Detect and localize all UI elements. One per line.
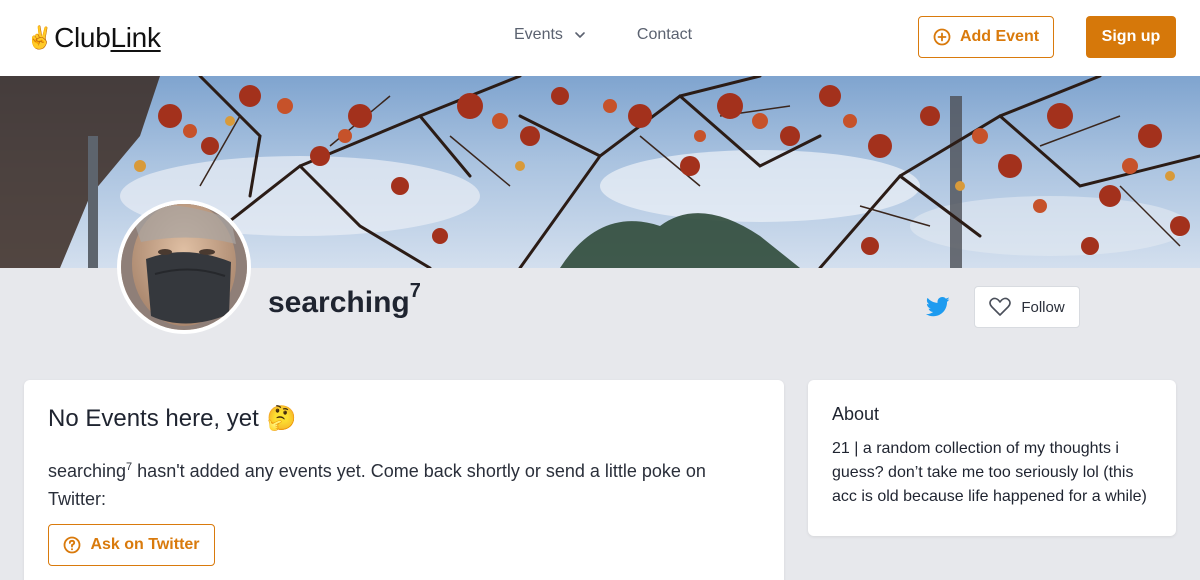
top-navbar: ✌️ Club Link Events Contact Add Event Si… <box>0 0 1200 76</box>
nav-events-dropdown[interactable]: Events <box>514 26 587 44</box>
add-event-label: Add Event <box>959 28 1040 45</box>
profile-name: searching7 <box>268 280 421 320</box>
profile-name-text: searching <box>268 286 410 319</box>
events-title-text: No Events here, yet <box>48 404 259 432</box>
nav-contact-label: Contact <box>636 26 693 43</box>
help-circle-icon <box>64 536 81 554</box>
events-message-name: searching <box>48 461 127 481</box>
nav-contact-link[interactable]: Contact <box>637 26 692 44</box>
victory-hand-icon: ✌️ <box>26 25 54 50</box>
chevron-down-icon <box>575 32 585 38</box>
add-event-button[interactable]: Add Event <box>918 16 1054 58</box>
events-empty-message: searching7 hasn't added any events yet. … <box>48 453 748 513</box>
nav-events-label: Events <box>514 26 563 43</box>
sign-up-label: Sign up <box>1101 28 1161 45</box>
twitter-icon[interactable] <box>926 296 950 318</box>
sign-up-button[interactable]: Sign up <box>1086 16 1176 58</box>
avatar-photo <box>121 204 247 330</box>
follow-label: Follow <box>1021 298 1065 316</box>
plus-circle-icon <box>933 28 951 46</box>
ask-on-twitter-label: Ask on Twitter <box>90 536 200 553</box>
about-text: 21 | a random collection of my thoughts … <box>832 440 1147 505</box>
clublink-logo[interactable]: ✌️ Club Link <box>26 22 161 54</box>
follow-button[interactable]: Follow <box>974 286 1080 328</box>
logo-text-link: Link <box>110 22 161 53</box>
thinking-face-icon: 🤔 <box>266 405 297 432</box>
profile-name-superscript: 7 <box>409 280 421 302</box>
logo-text-club: Club <box>54 22 111 53</box>
events-title: No Events here, yet 🤔 <box>48 404 760 433</box>
about-card: About 21 | a random collection of my tho… <box>808 380 1176 536</box>
events-card: No Events here, yet 🤔 searching7 hasn't … <box>24 380 784 580</box>
heart-icon <box>989 297 1012 316</box>
about-title: About <box>832 404 880 424</box>
profile-avatar <box>117 200 251 334</box>
events-message-text: hasn't added any events yet. Come back s… <box>48 461 706 509</box>
main-nav: Events Contact <box>514 26 692 44</box>
ask-on-twitter-button[interactable]: Ask on Twitter <box>48 524 215 566</box>
